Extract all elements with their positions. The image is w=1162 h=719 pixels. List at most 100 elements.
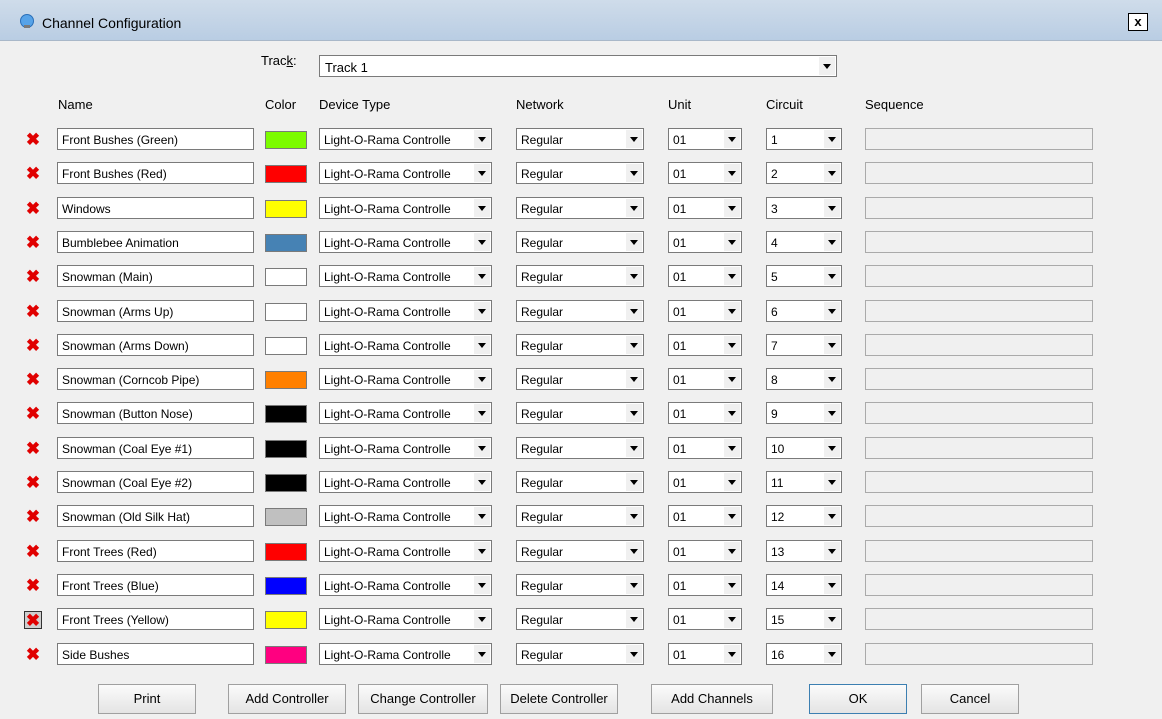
- channel-color-swatch[interactable]: [265, 611, 307, 630]
- dropdown-arrow-icon[interactable]: [823, 541, 840, 560]
- network-select[interactable]: Regular: [516, 436, 644, 459]
- delete-channel-icon[interactable]: ✖: [24, 646, 42, 664]
- dropdown-arrow-icon[interactable]: [823, 232, 840, 251]
- dropdown-arrow-icon[interactable]: [473, 198, 490, 217]
- dropdown-arrow-icon[interactable]: [473, 370, 490, 389]
- unit-select[interactable]: 01: [668, 402, 742, 425]
- device-type-select[interactable]: Light-O-Rama Controlle: [319, 128, 492, 150]
- dropdown-arrow-icon[interactable]: [723, 644, 740, 663]
- delete-channel-icon[interactable]: ✖: [24, 508, 42, 526]
- dropdown-arrow-icon[interactable]: [723, 130, 740, 148]
- circuit-select[interactable]: 2: [766, 162, 842, 185]
- channel-color-swatch[interactable]: [265, 131, 307, 149]
- dropdown-arrow-icon[interactable]: [723, 335, 740, 354]
- delete-channel-icon[interactable]: ✖: [24, 577, 42, 595]
- dropdown-arrow-icon[interactable]: [723, 575, 740, 594]
- delete-channel-icon[interactable]: ✖: [24, 131, 42, 149]
- channel-name-field[interactable]: Front Bushes (Green): [57, 128, 254, 150]
- unit-select[interactable]: 01: [668, 368, 742, 391]
- channel-color-swatch[interactable]: [265, 336, 307, 355]
- unit-select[interactable]: 01: [668, 162, 742, 185]
- device-type-select[interactable]: Light-O-Rama Controlle: [319, 265, 492, 288]
- dropdown-arrow-icon[interactable]: [823, 267, 840, 286]
- dropdown-arrow-icon[interactable]: [625, 335, 642, 354]
- network-select[interactable]: Regular: [516, 265, 644, 288]
- circuit-select[interactable]: 13: [766, 539, 842, 562]
- dropdown-arrow-icon[interactable]: [625, 541, 642, 560]
- dropdown-arrow-icon[interactable]: [625, 404, 642, 423]
- network-select[interactable]: Regular: [516, 230, 644, 253]
- dropdown-arrow-icon[interactable]: [723, 507, 740, 526]
- circuit-select[interactable]: 5: [766, 265, 842, 288]
- sequence-field[interactable]: [865, 162, 1093, 185]
- network-select[interactable]: Regular: [516, 333, 644, 356]
- sequence-field[interactable]: [865, 573, 1093, 596]
- delete-channel-icon[interactable]: ✖: [24, 303, 42, 321]
- dropdown-arrow-icon[interactable]: [723, 610, 740, 629]
- delete-channel-icon[interactable]: ✖: [24, 165, 42, 183]
- channel-color-swatch[interactable]: [265, 576, 307, 595]
- unit-select[interactable]: 01: [668, 436, 742, 459]
- dropdown-arrow-icon[interactable]: [473, 575, 490, 594]
- dropdown-arrow-icon[interactable]: [473, 404, 490, 423]
- channel-name-field[interactable]: Front Trees (Yellow): [57, 608, 254, 631]
- dropdown-arrow-icon[interactable]: [473, 507, 490, 526]
- circuit-select[interactable]: 14: [766, 573, 842, 596]
- sequence-field[interactable]: [865, 230, 1093, 253]
- cancel-button[interactable]: Cancel: [921, 684, 1019, 714]
- dropdown-arrow-icon[interactable]: [625, 198, 642, 217]
- unit-select[interactable]: 01: [668, 573, 742, 596]
- dropdown-arrow-icon[interactable]: [818, 57, 835, 75]
- unit-select[interactable]: 01: [668, 196, 742, 219]
- delete-channel-icon[interactable]: ✖: [24, 611, 42, 630]
- network-select[interactable]: Regular: [516, 471, 644, 493]
- circuit-select[interactable]: 11: [766, 471, 842, 493]
- dropdown-arrow-icon[interactable]: [823, 473, 840, 491]
- dropdown-arrow-icon[interactable]: [723, 164, 740, 183]
- delete-channel-icon[interactable]: ✖: [24, 371, 42, 389]
- circuit-select[interactable]: 9: [766, 402, 842, 425]
- dropdown-arrow-icon[interactable]: [473, 301, 490, 320]
- dropdown-arrow-icon[interactable]: [823, 198, 840, 217]
- channel-color-swatch[interactable]: [265, 474, 307, 492]
- dropdown-arrow-icon[interactable]: [625, 130, 642, 148]
- dropdown-arrow-icon[interactable]: [625, 438, 642, 457]
- dropdown-arrow-icon[interactable]: [473, 610, 490, 629]
- circuit-select[interactable]: 1: [766, 128, 842, 150]
- device-type-select[interactable]: Light-O-Rama Controlle: [319, 162, 492, 185]
- dropdown-arrow-icon[interactable]: [823, 575, 840, 594]
- channel-name-field[interactable]: Snowman (Coal Eye #2): [57, 471, 254, 493]
- dropdown-arrow-icon[interactable]: [473, 541, 490, 560]
- dropdown-arrow-icon[interactable]: [723, 232, 740, 251]
- circuit-select[interactable]: 7: [766, 333, 842, 356]
- dropdown-arrow-icon[interactable]: [625, 644, 642, 663]
- dropdown-arrow-icon[interactable]: [625, 370, 642, 389]
- circuit-select[interactable]: 16: [766, 642, 842, 665]
- dropdown-arrow-icon[interactable]: [823, 301, 840, 320]
- sequence-field[interactable]: [865, 642, 1093, 665]
- network-select[interactable]: Regular: [516, 608, 644, 631]
- channel-color-swatch[interactable]: [265, 371, 307, 390]
- device-type-select[interactable]: Light-O-Rama Controlle: [319, 573, 492, 596]
- channel-color-swatch[interactable]: [265, 405, 307, 424]
- channel-color-swatch[interactable]: [265, 645, 307, 664]
- print-button[interactable]: Print: [98, 684, 196, 714]
- delete-channel-icon[interactable]: ✖: [24, 543, 42, 561]
- unit-select[interactable]: 01: [668, 333, 742, 356]
- dropdown-arrow-icon[interactable]: [723, 438, 740, 457]
- sequence-field[interactable]: [865, 128, 1093, 150]
- channel-name-field[interactable]: Windows: [57, 196, 254, 219]
- dropdown-arrow-icon[interactable]: [473, 438, 490, 457]
- channel-name-field[interactable]: Snowman (Arms Down): [57, 333, 254, 356]
- delete-channel-icon[interactable]: ✖: [24, 200, 42, 218]
- close-button[interactable]: x: [1128, 13, 1148, 31]
- device-type-select[interactable]: Light-O-Rama Controlle: [319, 368, 492, 391]
- circuit-select[interactable]: 3: [766, 196, 842, 219]
- dropdown-arrow-icon[interactable]: [473, 232, 490, 251]
- unit-select[interactable]: 01: [668, 299, 742, 322]
- sequence-field[interactable]: [865, 299, 1093, 322]
- dropdown-arrow-icon[interactable]: [823, 335, 840, 354]
- delete-channel-icon[interactable]: ✖: [24, 234, 42, 252]
- sequence-field[interactable]: [865, 402, 1093, 425]
- delete-channel-icon[interactable]: ✖: [24, 337, 42, 355]
